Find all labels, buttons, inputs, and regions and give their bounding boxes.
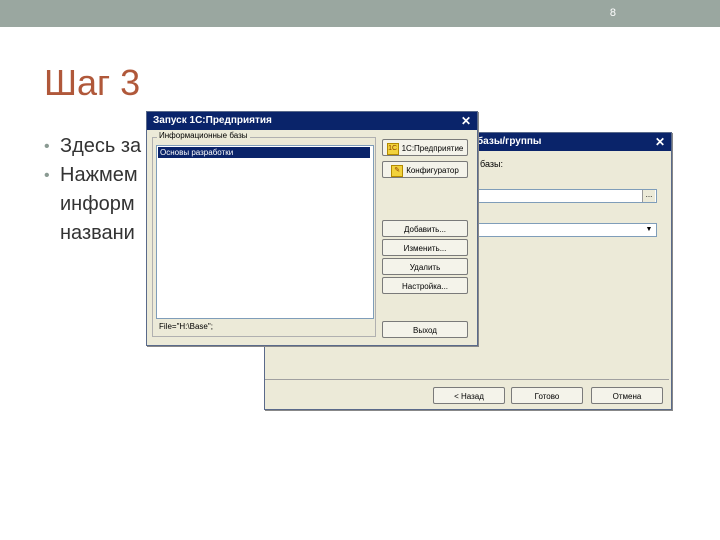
bullet-text: Здесь за [60, 135, 142, 157]
wizard-title: базы/группы [477, 136, 542, 147]
finish-button[interactable]: Готово [511, 387, 583, 404]
chevron-down-icon[interactable]: ▼ [643, 224, 655, 236]
divider [265, 379, 669, 380]
bullet-dot-icon: • [44, 138, 50, 155]
settings-button[interactable]: Настройка... [382, 277, 468, 294]
launcher-window: Запуск 1С:Предприятия ✕ Информационные б… [146, 111, 478, 346]
wizard-label: базы: [480, 159, 503, 169]
path-field[interactable]: ... [477, 189, 657, 203]
group-caption: Информационные базы [157, 131, 250, 140]
browse-icon[interactable]: ... [642, 190, 655, 202]
launcher-title: Запуск 1С:Предприятия [153, 115, 272, 126]
type-select[interactable]: ▼ [477, 223, 657, 237]
enterprise-label: 1С:Предприятие [401, 144, 464, 153]
enterprise-button[interactable]: 1С 1С:Предприятие [382, 139, 468, 156]
edit-button[interactable]: Изменить... [382, 239, 468, 256]
configurator-icon: ✎ [391, 164, 404, 177]
delete-button[interactable]: Удалить [382, 258, 468, 275]
bullet-dot-icon: • [44, 167, 50, 184]
configurator-button[interactable]: ✎ Конфигуратор [382, 161, 468, 178]
close-icon[interactable]: ✕ [461, 112, 471, 130]
infobase-list[interactable]: Основы разработки [156, 145, 374, 319]
list-item[interactable]: Основы разработки [158, 147, 370, 158]
bullet-text: Нажмем [60, 164, 138, 186]
close-icon[interactable]: ✕ [655, 133, 665, 151]
back-button[interactable]: < Назад [433, 387, 505, 404]
slide-title: Шаг 3 [44, 62, 141, 103]
slide-top-bar: 8 [0, 0, 720, 27]
slide-number: 8 [609, 7, 616, 19]
launcher-titlebar: Запуск 1С:Предприятия ✕ [147, 112, 477, 130]
configurator-label: Конфигуратор [406, 166, 459, 175]
file-path: File="H:\Base"; [159, 322, 213, 331]
exit-button[interactable]: Выход [382, 321, 468, 338]
cancel-button[interactable]: Отмена [591, 387, 663, 404]
add-button[interactable]: Добавить... [382, 220, 468, 237]
enterprise-icon: 1С [386, 142, 399, 155]
